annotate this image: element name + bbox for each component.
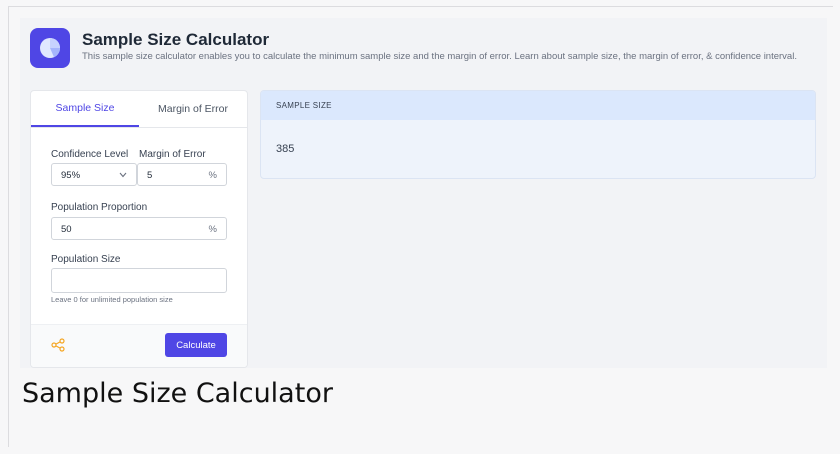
calculator-widget: Sample Size Calculator This sample size …: [20, 18, 827, 368]
population-proportion-value: 50: [61, 224, 72, 235]
population-size-hint: Leave 0 for unlimited population size: [51, 295, 173, 304]
confidence-level-select[interactable]: 95%: [51, 163, 137, 186]
result-panel: SAMPLE SIZE 385: [260, 90, 816, 179]
population-proportion-label: Population Proportion: [51, 202, 148, 213]
margin-of-error-input[interactable]: 5 %: [137, 163, 227, 186]
margin-of-error-value: 5: [147, 170, 153, 181]
confidence-level-value: 95%: [61, 170, 81, 181]
calculate-button[interactable]: Calculate: [165, 333, 227, 357]
tab-sample-size[interactable]: Sample Size: [31, 91, 139, 127]
proportion-percent-suffix: %: [208, 224, 217, 235]
caption-text: Sample Size Calculator: [22, 378, 333, 409]
card-footer: Calculate: [31, 324, 247, 367]
page-subtitle: This sample size calculator enables you …: [82, 51, 797, 62]
confidence-level-label: Confidence Level: [51, 149, 129, 160]
population-size-input[interactable]: [51, 268, 227, 293]
header: Sample Size Calculator This sample size …: [30, 28, 817, 68]
tab-margin-of-error[interactable]: Margin of Error: [139, 91, 247, 127]
result-heading: SAMPLE SIZE: [261, 91, 815, 120]
share-icon[interactable]: [51, 338, 65, 352]
page-title: Sample Size Calculator: [82, 30, 270, 49]
logo: [30, 28, 70, 68]
population-size-label: Population Size: [51, 254, 121, 265]
margin-of-error-label: Margin of Error: [139, 149, 206, 160]
calculator-card: Sample Size Margin of Error Confidence L…: [30, 90, 248, 368]
tab-bar: Sample Size Margin of Error: [31, 91, 247, 128]
chevron-down-icon: [119, 172, 127, 178]
margin-percent-suffix: %: [208, 170, 217, 181]
pie-chart-icon: [40, 38, 61, 58]
result-value: 385: [276, 143, 295, 155]
population-proportion-input[interactable]: 50 %: [51, 217, 227, 240]
